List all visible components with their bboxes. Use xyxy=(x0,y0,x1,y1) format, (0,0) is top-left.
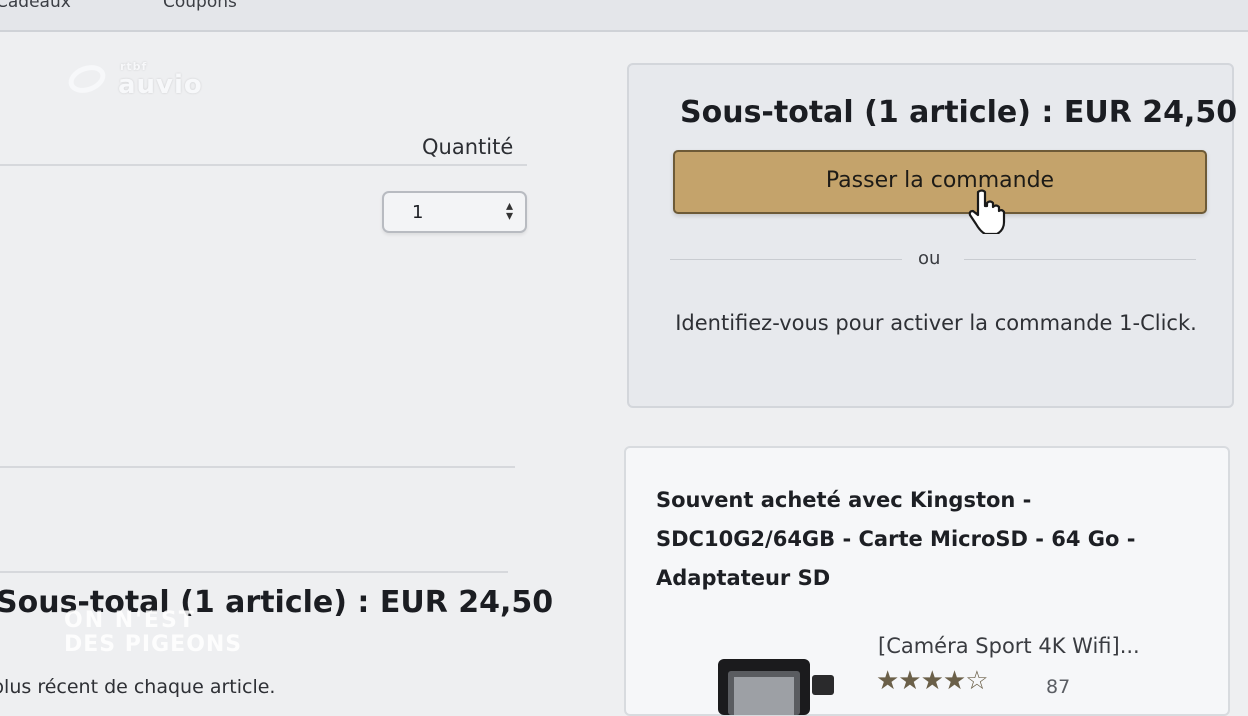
select-arrows-icon: ▴ ▾ xyxy=(505,198,513,224)
quantity-select[interactable]: 1 ▴ ▾ xyxy=(382,191,527,233)
logo-ring-icon xyxy=(64,60,110,98)
cart-price-note: plus récent de chaque article. xyxy=(0,676,276,698)
divider xyxy=(0,466,515,468)
frequently-bought-title: Souvent acheté avec Kingston - SDC10G2/6… xyxy=(656,488,1136,590)
rating-stars-icon: ★★★★☆ xyxy=(876,666,989,696)
quantity-value: 1 xyxy=(412,202,424,223)
divider xyxy=(0,164,527,166)
top-nav-bar: Cadeaux Coupons xyxy=(0,0,1248,32)
overlay-logo-line1: ON N'EST xyxy=(64,608,196,633)
watermark-big-text: auvio xyxy=(118,70,203,100)
show-overlay-logo: ON N'EST DES PIGEONS xyxy=(64,608,248,660)
proceed-to-checkout-button[interactable]: Passer la commande xyxy=(673,150,1207,214)
or-separator: ou xyxy=(918,248,941,269)
quantity-label: Quantité xyxy=(422,135,514,159)
checkout-subtotal: Sous-total (1 article) : EUR 24,50 xyxy=(680,95,1238,130)
overlay-logo-line2: DES PIGEONS xyxy=(64,632,243,657)
product-link[interactable]: [Caméra Sport 4K Wifi]... xyxy=(878,634,1140,658)
divider-right xyxy=(964,259,1196,260)
divider-left xyxy=(670,259,902,260)
divider xyxy=(0,571,508,573)
checkout-button-label: Passer la commande xyxy=(825,168,1055,193)
product-thumbnail[interactable] xyxy=(714,655,838,715)
nav-link-coupons[interactable]: Coupons xyxy=(163,0,237,12)
nav-link-fragment[interactable]: Cadeaux xyxy=(0,0,71,12)
one-click-signin-link[interactable]: Identifiez-vous pour activer la commande… xyxy=(666,305,1206,341)
hand-cursor-icon xyxy=(968,189,1006,234)
rating-count[interactable]: 87 xyxy=(1046,676,1070,698)
